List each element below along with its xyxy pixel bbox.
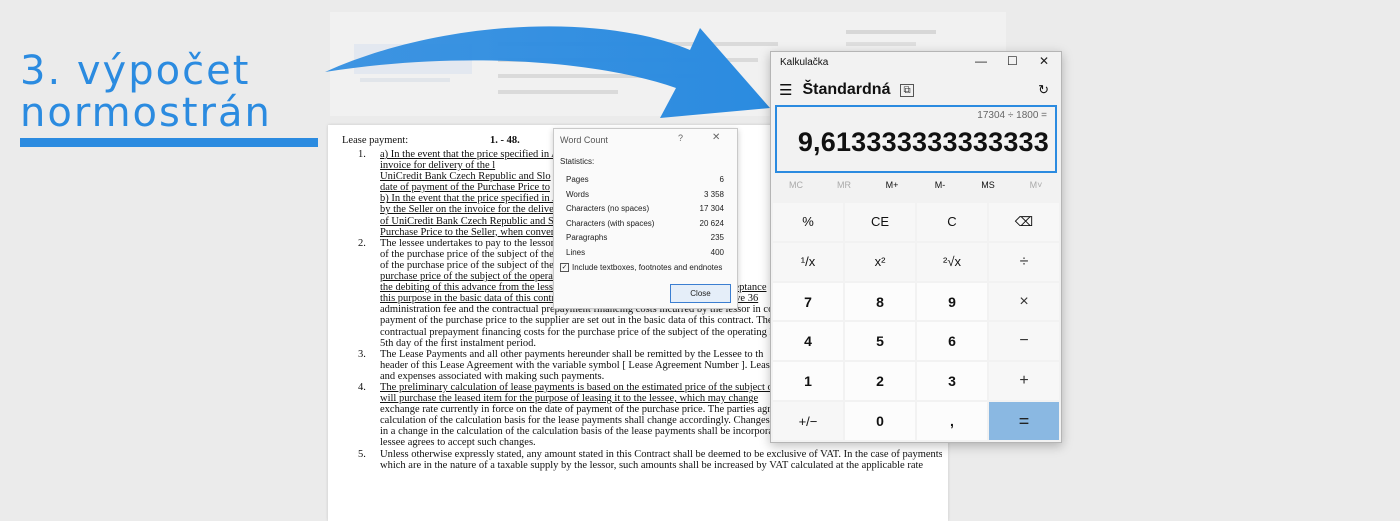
digit-0-key[interactable]: 0 (845, 402, 915, 440)
memory-button[interactable]: M˅ (1016, 180, 1056, 190)
expression: 17304 ÷ 1800 = (977, 110, 1047, 121)
digit-8-key[interactable]: 8 (845, 282, 915, 321)
statistic-label: Lines (566, 247, 586, 257)
statistic-row: Characters (with spaces) 20 624 (566, 219, 724, 228)
statistic-value: 20 624 (699, 218, 724, 228)
digit-9-key[interactable]: 9 (917, 282, 987, 321)
divide-key[interactable]: ÷ (989, 242, 1059, 281)
decimal-key[interactable]: , (917, 402, 987, 440)
statistic-label: Characters (with spaces) (566, 218, 655, 228)
digit-6-key[interactable]: 6 (917, 322, 987, 361)
square-root-key[interactable]: ²√x (917, 242, 987, 281)
memory-bar: MC MR M+ M- MS M˅ (771, 180, 1061, 200)
digit-4-key[interactable]: 4 (773, 322, 843, 361)
maximize-icon[interactable]: ☐ (1007, 54, 1018, 68)
close-icon[interactable]: ✕ (1039, 54, 1049, 68)
memory-button[interactable]: M- (920, 180, 960, 190)
checkbox-icon[interactable]: ✓ (560, 263, 569, 272)
square-key[interactable]: x² (845, 242, 915, 281)
dialog-title: Word Count (560, 135, 608, 145)
memory-button[interactable]: MC (776, 180, 816, 190)
statistic-value: 235 (710, 233, 724, 242)
statistic-value: 400 (710, 247, 724, 257)
keep-on-top-icon[interactable]: ⧉ (900, 83, 914, 97)
checkbox-label: Include textboxes, footnotes and endnote… (572, 263, 723, 272)
multiply-key[interactable]: × (989, 282, 1059, 321)
reciprocal-key[interactable]: ¹/x (773, 242, 843, 281)
display-value: 9,613333333333333 (797, 127, 1049, 157)
statistic-label: Paragraphs (566, 233, 608, 242)
clear-entry-key[interactable]: CE (845, 203, 915, 241)
memory-button[interactable]: MR (824, 180, 864, 190)
statistic-label: Pages (566, 175, 589, 184)
digit-5-key[interactable]: 5 (845, 322, 915, 361)
close-icon[interactable]: ✕ (712, 132, 720, 143)
statistic-value: 3 358 (703, 189, 724, 199)
statistic-row: Words 3 358 (566, 190, 724, 199)
mode-name: Štandardná (802, 81, 891, 98)
history-icon[interactable]: ↻ (1038, 82, 1049, 98)
help-button[interactable]: ? (678, 133, 683, 143)
digit-2-key[interactable]: 2 (845, 362, 915, 401)
subtract-key[interactable]: − (989, 322, 1059, 361)
memory-button[interactable]: M+ (872, 180, 912, 190)
memory-button[interactable]: MS (968, 180, 1008, 190)
statistic-row: Lines 400 (566, 248, 724, 257)
digit-1-key[interactable]: 1 (773, 362, 843, 401)
menu-icon[interactable]: ☰ (779, 81, 792, 99)
digit-7-key[interactable]: 7 (773, 282, 843, 321)
statistic-row: Paragraphs 235 (566, 233, 724, 242)
minimize-icon[interactable]: — (975, 54, 987, 68)
statistic-row: Pages 6 (566, 175, 724, 184)
statistic-value: 6 (719, 175, 724, 184)
display: 17304 ÷ 1800 = 9,613333333333333 (775, 105, 1057, 173)
calculator-window: Kalkulačka — ☐ ✕ ☰ Štandardná ⧉ ↻ 17304 … (770, 51, 1062, 443)
include-textboxes-checkbox[interactable]: ✓ Include textboxes, footnotes and endno… (560, 263, 722, 272)
keypad: % CE C ⌫ ¹/x x² ²√x ÷ 7 8 9 × 4 5 6− 1 2 3 + +/− 0, = (773, 203, 1059, 440)
statistic-value: 17 304 (699, 204, 724, 213)
word-count-dialog: Word Count ? ✕ Statistics: Pages 6 Words 3 … (553, 128, 738, 309)
mode-bar: ☰ Štandardná ⧉ (779, 79, 914, 101)
digit-3-key[interactable]: 3 (917, 362, 987, 401)
title-bar: Kalkulačka — ☐ ✕ (771, 52, 1061, 74)
statistic-row: Characters (no spaces) 17 304 (566, 204, 724, 213)
equals-key[interactable]: = (989, 402, 1059, 440)
close-button[interactable]: Close (670, 284, 731, 303)
add-key[interactable]: + (989, 362, 1059, 401)
negate-key[interactable]: +/− (773, 402, 843, 440)
statistics-label: Statistics: (560, 157, 595, 166)
statistic-label: Words (566, 189, 589, 199)
window-title: Kalkulačka (780, 57, 829, 68)
statistic-label: Characters (no spaces) (566, 204, 650, 213)
percent-key[interactable]: % (773, 203, 843, 241)
clear-key[interactable]: C (917, 203, 987, 241)
backspace-key[interactable]: ⌫ (989, 203, 1059, 241)
